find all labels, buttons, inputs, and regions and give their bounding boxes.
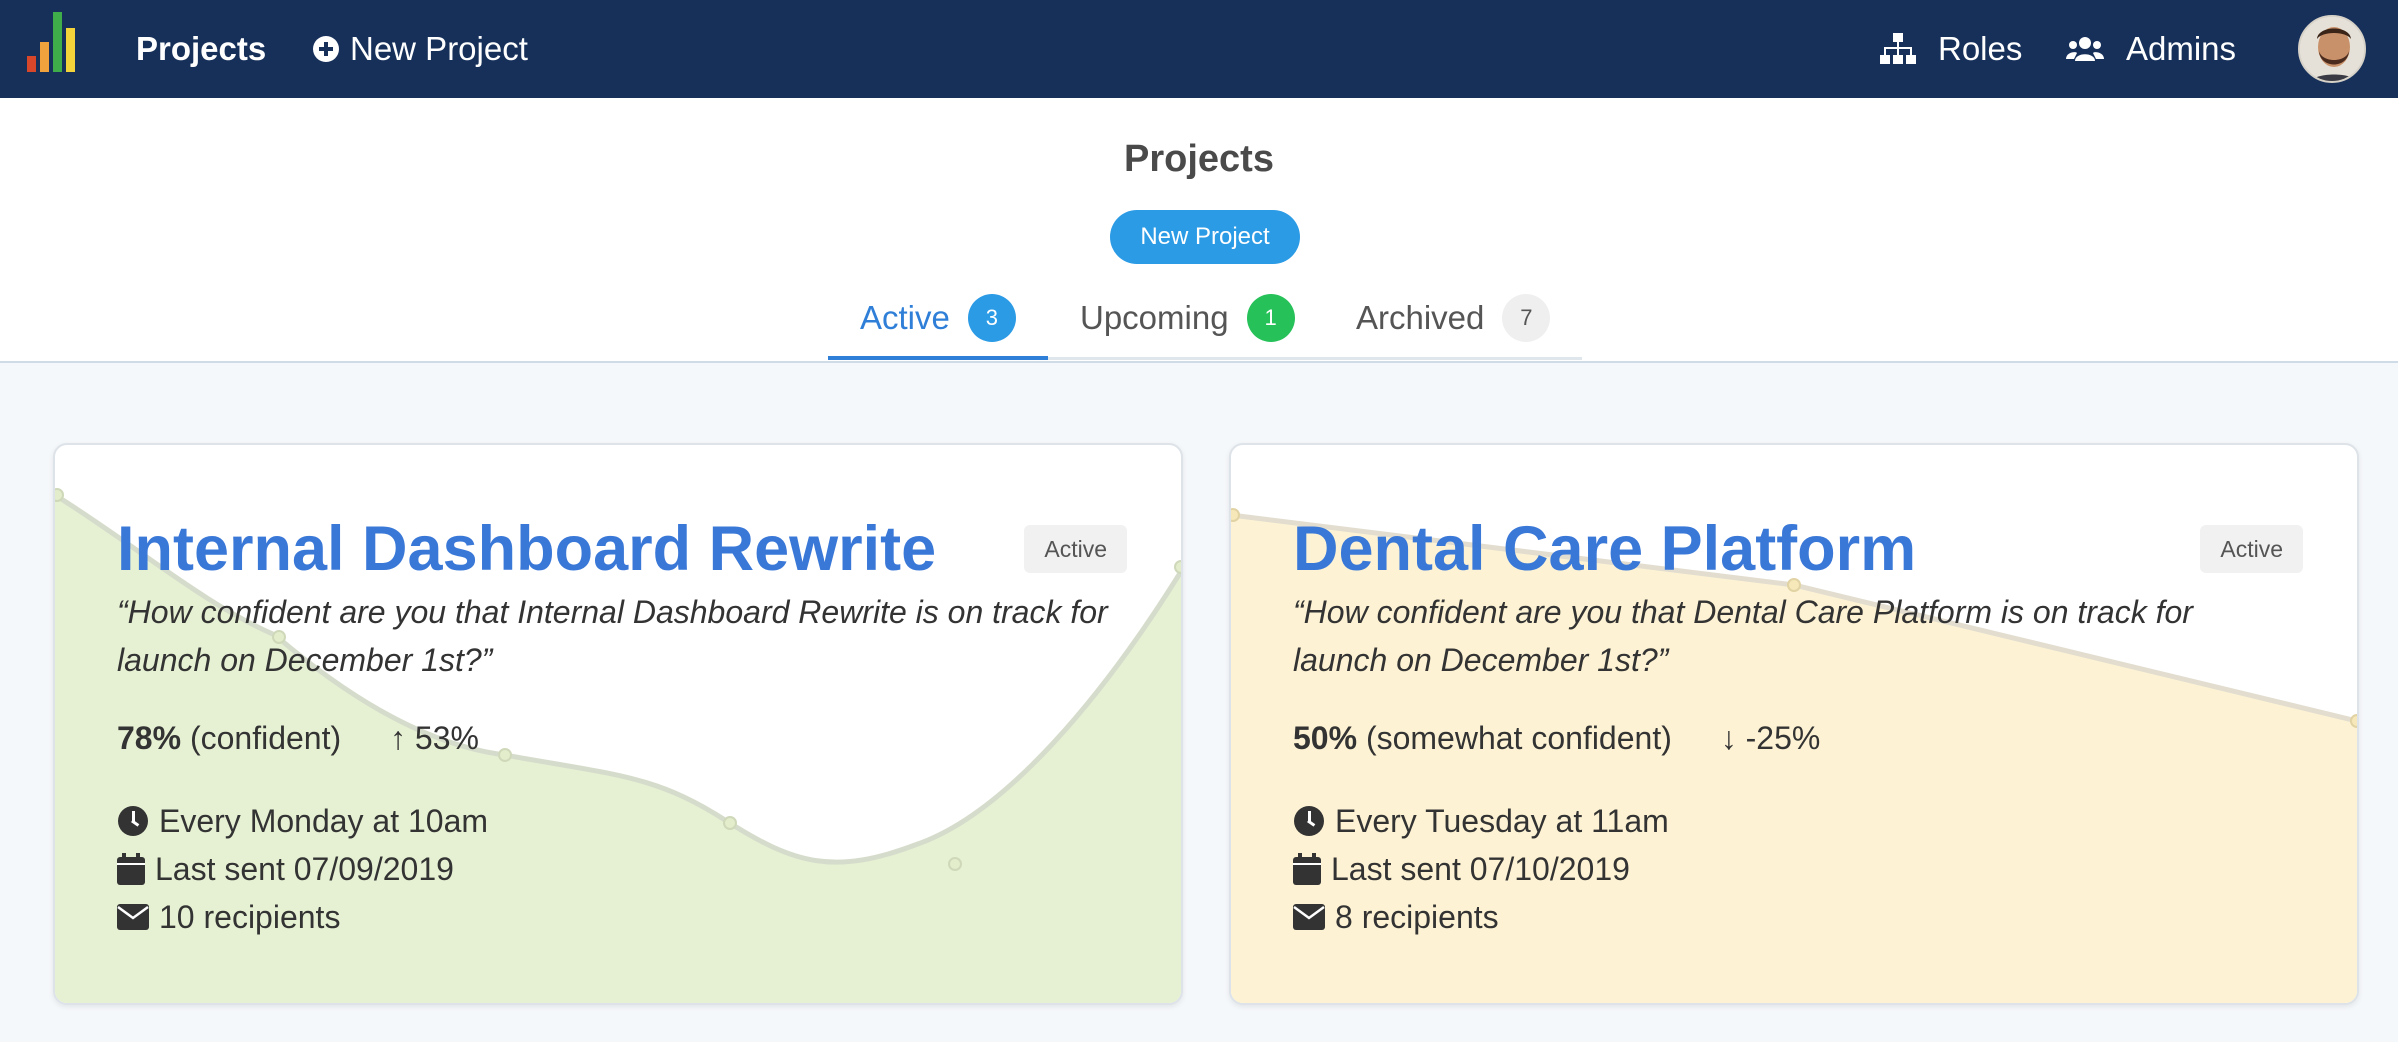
recipients-text: 10 recipients <box>159 899 341 935</box>
project-title[interactable]: Dental Care Platform <box>1293 513 1916 585</box>
top-navbar: Projects New Project Roles Admins <box>0 0 2398 98</box>
last-sent-text: Last sent 07/10/2019 <box>1331 851 1630 887</box>
envelope-icon <box>1293 904 1325 930</box>
app-logo-icon[interactable] <box>27 12 89 72</box>
survey-question: “How confident are you that Dental Care … <box>1293 594 2193 678</box>
tab-upcoming[interactable]: Upcoming 1 <box>1080 294 1295 360</box>
tab-upcoming-label: Upcoming <box>1080 299 1229 336</box>
confidence-label: (confident) <box>189 720 342 756</box>
last-sent-row: Last sent 07/10/2019 <box>1293 845 1669 893</box>
tab-active[interactable]: Active 3 <box>828 294 1048 360</box>
users-icon <box>2066 37 2104 61</box>
confidence-metrics: 50% (somewhat confident) ↓ -25% <box>1293 720 1820 757</box>
confidence-trend: ↓ -25% <box>1720 720 1821 756</box>
last-sent-row: Last sent 07/09/2019 <box>117 845 488 893</box>
clock-icon <box>118 806 148 836</box>
nav-new-project-label: New Project <box>350 30 528 67</box>
schedule-text: Every Monday at 10am <box>159 803 489 839</box>
project-card-content: Internal Dashboard Rewrite Active “How c… <box>117 445 1127 1003</box>
page-header: Projects New Project Active 3 Upcoming 1… <box>0 98 2398 363</box>
status-badge: Active <box>1024 525 1127 573</box>
clock-icon <box>1294 806 1324 836</box>
confidence-percent: 78% <box>117 720 182 756</box>
last-sent-text: Last sent 07/09/2019 <box>155 851 454 887</box>
tab-archived[interactable]: Archived 7 <box>1356 294 1551 360</box>
survey-question: “How confident are you that Internal Das… <box>117 594 1108 678</box>
nav-admins-label: Admins <box>2126 30 2237 67</box>
calendar-icon <box>117 853 145 885</box>
project-title[interactable]: Internal Dashboard Rewrite <box>117 513 936 585</box>
confidence-percent: 50% <box>1293 720 1358 756</box>
schedule-row: Every Monday at 10am <box>117 797 488 845</box>
recipients-row: 8 recipients <box>1293 893 1669 941</box>
user-photo-icon <box>2300 17 2364 81</box>
confidence-label: (somewhat confident) <box>1365 720 1672 756</box>
recipients-row: 10 recipients <box>117 893 488 941</box>
project-card[interactable]: Dental Care Platform Active “How confide… <box>1229 443 2359 1005</box>
envelope-icon <box>117 904 149 930</box>
page-title: Projects <box>1124 138 1274 180</box>
tab-upcoming-count-badge: 1 <box>1246 294 1295 342</box>
project-info: Every Tuesday at 11am Last sent 07/10/20… <box>1293 797 1669 941</box>
user-avatar[interactable] <box>2298 15 2366 83</box>
tab-active-count-badge: 3 <box>967 294 1016 342</box>
nav-roles-label: Roles <box>1938 30 2023 67</box>
schedule-row: Every Tuesday at 11am <box>1293 797 1669 845</box>
plus-circle-icon <box>313 36 339 62</box>
recipients-text: 8 recipients <box>1335 899 1499 935</box>
new-project-button[interactable]: New Project <box>1110 210 1300 264</box>
nav-roles-link[interactable]: Roles <box>1880 0 2022 98</box>
confidence-metrics: 78% (confident) ↑ 53% <box>117 720 479 757</box>
nav-brand-projects[interactable]: Projects <box>136 0 266 98</box>
sitemap-icon <box>1880 33 1916 64</box>
tab-active-label: Active <box>860 299 950 336</box>
tab-archived-label: Archived <box>1356 299 1485 336</box>
nav-new-project-link[interactable]: New Project <box>312 0 528 98</box>
tab-archived-count-badge: 7 <box>1502 294 1551 342</box>
project-info: Every Monday at 10am Last sent 07/09/201… <box>117 797 488 941</box>
nav-admins-link[interactable]: Admins <box>2066 0 2236 98</box>
schedule-text: Every Tuesday at 11am <box>1335 803 1669 839</box>
project-card-content: Dental Care Platform Active “How confide… <box>1293 445 2303 1003</box>
confidence-trend: ↑ 53% <box>390 720 479 756</box>
calendar-icon <box>1293 853 1321 885</box>
status-badge: Active <box>2200 525 2303 573</box>
project-tabs: Active 3 Upcoming 1 Archived 7 <box>0 294 2398 363</box>
project-card[interactable]: Internal Dashboard Rewrite Active “How c… <box>53 443 1183 1005</box>
